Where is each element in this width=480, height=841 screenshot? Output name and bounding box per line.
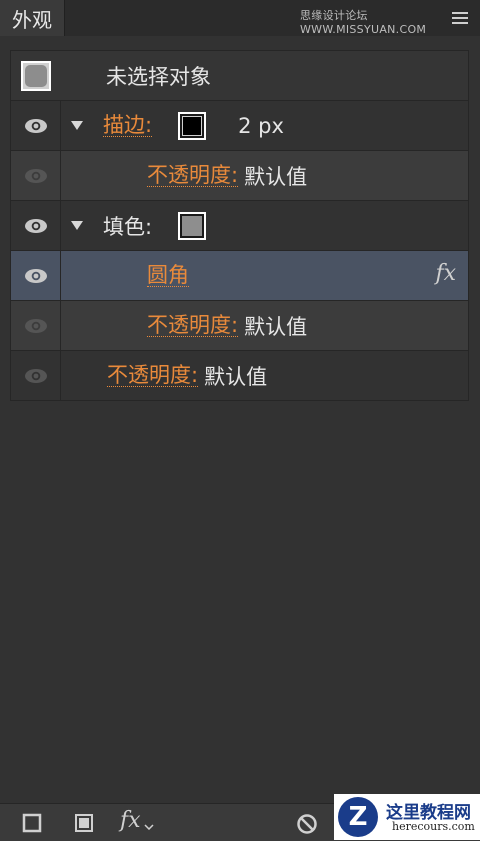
opacity-label[interactable]: 不透明度:: [147, 314, 239, 337]
visibility-toggle[interactable]: [11, 251, 61, 300]
disclosure-triangle-icon[interactable]: [71, 121, 83, 130]
appearance-panel: 未选择对象 描边: 2 px 不透明度: 默认值 填色: 圆角 fx 不透明度:…: [0, 36, 480, 803]
fill-swatch[interactable]: [178, 211, 207, 240]
tab-bar: 外观 思缘设计论坛 WWW.MISSYUAN.COM: [0, 0, 480, 36]
new-fill-icon[interactable]: [74, 813, 94, 833]
opacity-value: 默认值: [244, 164, 308, 189]
new-stroke-icon[interactable]: [22, 813, 42, 833]
visibility-toggle[interactable]: [11, 151, 61, 200]
stroke-weight-value[interactable]: 2 px: [238, 114, 284, 138]
object-thumbnail: [20, 60, 51, 91]
stroke-opacity-row[interactable]: 不透明度: 默认值: [11, 151, 468, 201]
logo-url: herecours.com: [392, 820, 475, 833]
visibility-toggle[interactable]: [11, 201, 61, 250]
fill-label[interactable]: 填色:: [103, 211, 152, 241]
round-corners-effect-row[interactable]: 圆角 fx: [11, 251, 468, 301]
eye-icon[interactable]: [24, 368, 48, 384]
opacity-value: 默认值: [204, 364, 268, 389]
visibility-toggle[interactable]: [11, 101, 61, 150]
stroke-label[interactable]: 描边:: [103, 114, 153, 137]
disclosure-triangle-icon[interactable]: [71, 221, 83, 230]
fill-opacity-row[interactable]: 不透明度: 默认值: [11, 301, 468, 351]
eye-icon[interactable]: [24, 218, 48, 234]
eye-icon[interactable]: [24, 118, 48, 134]
panel-menu-icon[interactable]: [452, 12, 468, 25]
visibility-toggle[interactable]: [11, 351, 61, 400]
stroke-swatch[interactable]: [178, 111, 207, 140]
fill-row[interactable]: 填色:: [11, 201, 468, 251]
no-selection-label: 未选择对象: [106, 64, 211, 89]
eye-icon[interactable]: [24, 168, 48, 184]
opacity-label[interactable]: 不透明度:: [147, 164, 239, 187]
eye-icon[interactable]: [24, 318, 48, 334]
stroke-row[interactable]: 描边: 2 px: [11, 101, 468, 151]
watermark-logo: Z 这里教程网 herecours.com: [334, 794, 480, 840]
object-opacity-row[interactable]: 不透明度: 默认值: [11, 351, 468, 400]
no-selection-row: 未选择对象: [11, 51, 468, 101]
visibility-toggle[interactable]: [11, 301, 61, 350]
add-effect-icon[interactable]: fx: [120, 808, 141, 833]
clear-icon[interactable]: [296, 813, 318, 835]
logo-mark: Z: [338, 797, 378, 837]
appearance-list: 未选择对象 描边: 2 px 不透明度: 默认值 填色: 圆角 fx 不透明度:…: [10, 50, 469, 401]
chevron-down-icon[interactable]: [144, 824, 154, 830]
opacity-label[interactable]: 不透明度:: [107, 364, 199, 387]
opacity-value: 默认值: [244, 314, 308, 339]
tab-appearance[interactable]: 外观: [0, 0, 65, 36]
eye-icon[interactable]: [24, 268, 48, 284]
round-corners-label[interactable]: 圆角: [147, 264, 189, 287]
fx-icon[interactable]: fx: [435, 261, 456, 286]
